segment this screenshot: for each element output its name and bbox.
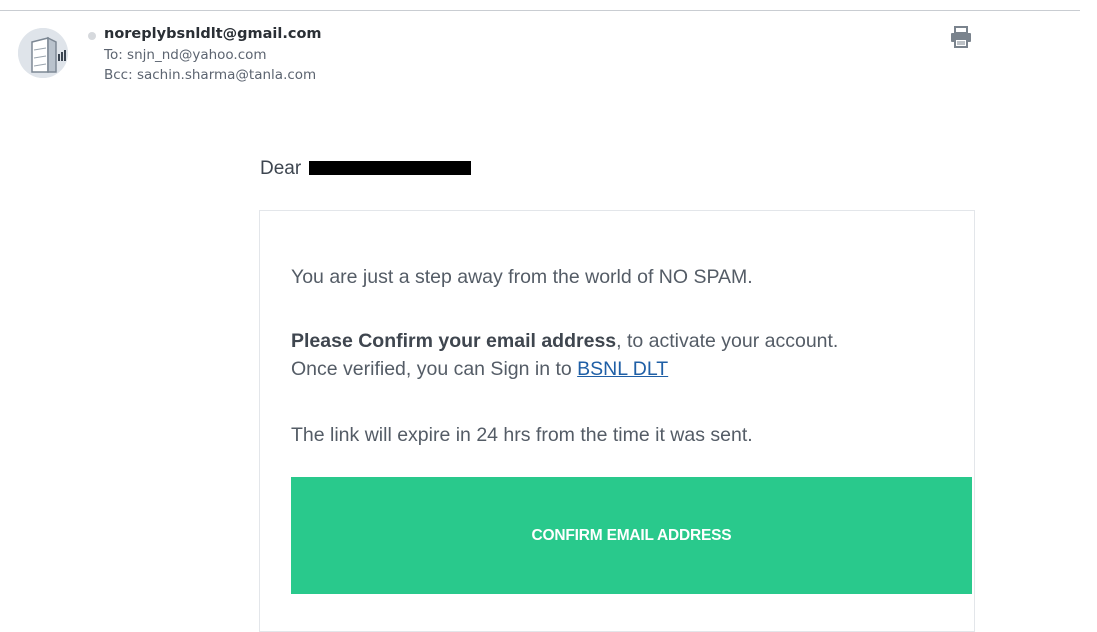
presence-indicator: [88, 32, 96, 40]
confirm-email-button[interactable]: CONFIRM EMAIL ADDRESS: [291, 477, 972, 594]
intro-paragraph: You are just a step away from the world …: [291, 266, 753, 288]
message-card: You are just a step away from the world …: [259, 210, 975, 632]
recipient-to: To: snjn_nd@yahoo.com: [104, 47, 267, 63]
email-header: noreplybsnldlt@gmail.com To: snjn_nd@yah…: [18, 24, 1078, 104]
bsnl-dlt-link[interactable]: BSNL DLT: [577, 358, 668, 380]
recipient-bcc: Bcc: sachin.sharma@tanla.com: [104, 67, 317, 83]
confirm-rest: , to activate your account.: [616, 330, 839, 352]
signin-text: Once verified, you can Sign in to: [291, 358, 578, 380]
confirm-paragraph: Please Confirm your email address, to ac…: [291, 327, 971, 383]
greeting-line: Dear: [260, 158, 472, 180]
greeting-text: Dear: [260, 158, 302, 179]
printer-icon[interactable]: [948, 24, 974, 50]
expiry-paragraph: The link will expire in 24 hrs from the …: [291, 424, 753, 446]
building-avatar-icon: [18, 28, 68, 78]
header-divider: [0, 10, 1080, 11]
sender-address[interactable]: noreplybsnldlt@gmail.com: [104, 26, 322, 42]
redacted-name: [309, 161, 472, 175]
confirm-emphasis: Please Confirm your email address: [291, 330, 617, 352]
